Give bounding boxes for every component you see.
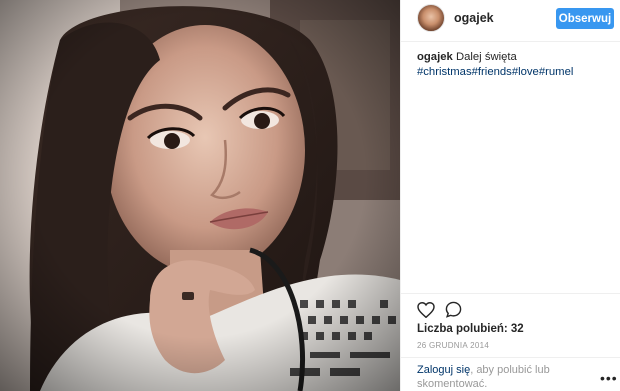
- hashtag-list: #christmas#friends#love#rumel: [417, 66, 573, 78]
- post-photo[interactable]: [0, 0, 400, 391]
- caption-text: Dalej święta: [455, 51, 517, 63]
- likes-count[interactable]: Liczba polubień: 32: [417, 323, 524, 335]
- avatar[interactable]: [417, 4, 445, 32]
- hashtag-link[interactable]: #christmas: [417, 66, 472, 78]
- login-link[interactable]: Zaloguj się: [417, 364, 470, 376]
- hashtag-link[interactable]: #love: [512, 66, 539, 78]
- comment-icon[interactable]: [445, 301, 462, 318]
- hashtag-link[interactable]: #friends: [472, 66, 512, 78]
- hashtag-link[interactable]: #rumel: [539, 66, 574, 78]
- username-link[interactable]: ogajek: [454, 11, 494, 25]
- post-date: 26 GRUDNIA 2014: [417, 341, 490, 350]
- heart-icon[interactable]: [417, 302, 435, 318]
- login-prompt: Zaloguj się, aby polubić lub skomentować…: [417, 363, 587, 391]
- post-caption: ogajek Dalej święta #christmas#friends#l…: [417, 50, 613, 80]
- post-actions: Liczba polubień: 32 26 GRUDNIA 2014 Zalo…: [401, 293, 620, 391]
- follow-button[interactable]: Obserwuj: [556, 8, 614, 29]
- comment-login-area: Zaloguj się, aby polubić lub skomentować…: [401, 357, 620, 391]
- caption-username[interactable]: ogajek: [417, 51, 453, 63]
- post-sidebar: ogajek Obserwuj ogajek Dalej święta #chr…: [400, 0, 620, 391]
- post-header: ogajek Obserwuj: [401, 0, 620, 42]
- selfie-image: [0, 0, 400, 391]
- ellipsis-icon[interactable]: •••: [600, 371, 618, 385]
